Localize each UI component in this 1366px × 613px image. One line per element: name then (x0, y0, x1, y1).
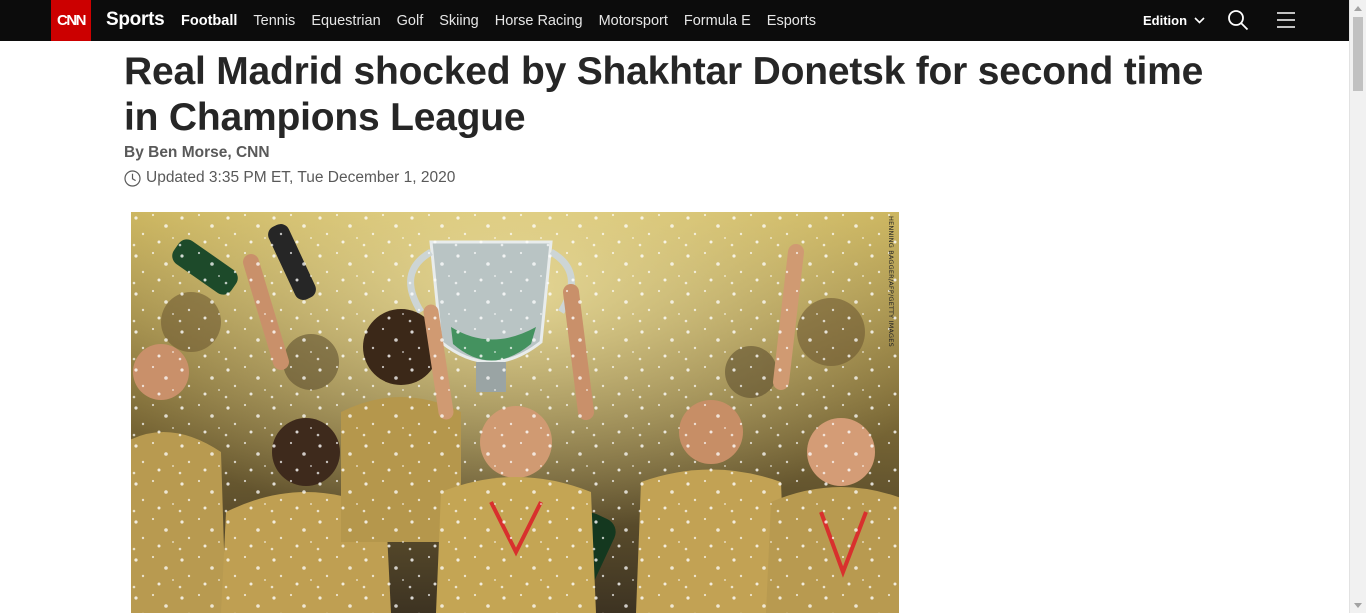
clock-icon (124, 169, 141, 187)
section-title-sports[interactable]: Sports (106, 9, 165, 31)
edition-dropdown[interactable]: Edition (1143, 0, 1205, 41)
nav-item-football[interactable]: Football (181, 13, 237, 29)
nav-item-golf[interactable]: Golf (397, 13, 424, 29)
chevron-down-icon (1194, 17, 1205, 24)
article-headline: Real Madrid shocked by Shakhtar Donetsk … (124, 50, 1204, 139)
cnn-logo-text: CNN (57, 12, 87, 29)
edition-label: Edition (1143, 13, 1188, 28)
page-scrollbar[interactable] (1349, 0, 1366, 613)
nav-item-motorsport[interactable]: Motorsport (599, 13, 668, 29)
hero-image-credit: HENNING BAGGER/AFP/GETTY IMAGES (885, 216, 897, 351)
nav-item-skiing[interactable]: Skiing (439, 13, 479, 29)
scroll-up-arrow-icon[interactable] (1350, 0, 1366, 16)
nav-item-formula-e[interactable]: Formula E (684, 13, 751, 29)
hero-credit-text: HENNING BAGGER/AFP/GETTY IMAGES (887, 216, 895, 347)
nav-item-esports[interactable]: Esports (767, 13, 816, 29)
nav-item-horse-racing[interactable]: Horse Racing (495, 13, 583, 29)
article-byline[interactable]: By Ben Morse, CNN (124, 144, 270, 162)
scroll-down-arrow-icon[interactable] (1350, 597, 1366, 613)
scrollbar-thumb[interactable] (1353, 17, 1363, 91)
sports-nav-list: Football Tennis Equestrian Golf Skiing H… (181, 0, 832, 41)
updated-text: Updated 3:35 PM ET, Tue December 1, 2020 (146, 169, 456, 186)
nav-item-equestrian[interactable]: Equestrian (311, 13, 380, 29)
nav-item-tennis[interactable]: Tennis (253, 13, 295, 29)
article-updated-timestamp: Updated 3:35 PM ET, Tue December 1, 2020 (124, 169, 455, 187)
search-icon[interactable] (1227, 9, 1249, 31)
hero-image-celebration-photo (131, 212, 899, 613)
cnn-logo[interactable]: CNN (51, 0, 91, 41)
hamburger-menu-icon[interactable] (1276, 10, 1296, 30)
top-nav-bar: CNN Sports Football Tennis Equestrian Go… (0, 0, 1349, 41)
hero-image[interactable]: HENNING BAGGER/AFP/GETTY IMAGES (131, 212, 899, 613)
